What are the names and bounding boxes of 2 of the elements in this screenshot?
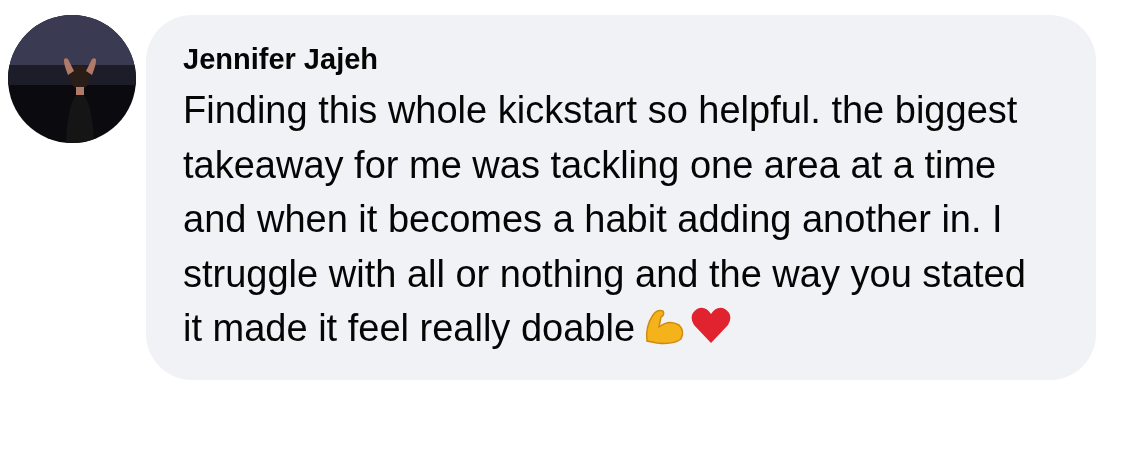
author-name[interactable]: Jennifer Jajeh — [183, 41, 1056, 77]
comment-text: Finding this whole kickstart so helpful. the biggest takeaway for me was tackling one area at a time and when it becomes a habit adding another in. I struggle with all or nothing and the way you stated it made it feel really doable — [183, 88, 1027, 351]
